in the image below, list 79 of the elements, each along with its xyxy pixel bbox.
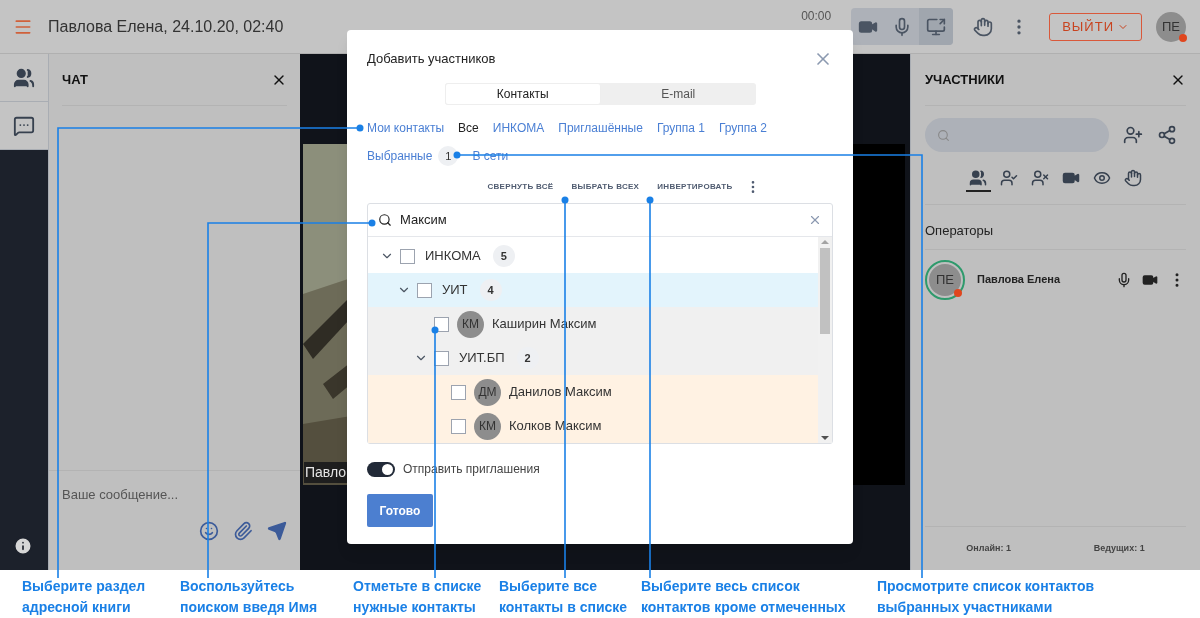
action-button[interactable]: ИНВЕРТИРОВАТЬ (657, 181, 733, 193)
contact-name: Данилов Максим (509, 383, 612, 402)
checkbox[interactable] (400, 248, 415, 264)
checkbox[interactable] (417, 282, 432, 298)
annotation-text: Просмотрите список контактов выбранных участниками (877, 577, 1096, 617)
group-name: ИНКОМА (425, 247, 481, 266)
done-button[interactable]: Готово (367, 494, 433, 527)
annotation-text: Выберите весь список контактов кроме отмеченных (641, 577, 847, 617)
attach-icon[interactable] (233, 520, 253, 541)
participant-name: Павлова Елена (977, 272, 1061, 288)
toggle-switch[interactable] (367, 461, 395, 477)
section-link[interactable]: Группа 1 (656, 119, 705, 137)
action-button[interactable]: СВЕРНУТЬ ВСЁ (487, 181, 554, 193)
toggle-knob (382, 463, 393, 475)
participant-avatar: ПЕ (929, 263, 961, 296)
footer-stat: Онлайн: 1 (966, 541, 1011, 555)
annotation-text: Воспользуйтесь поиском введя Имя (180, 577, 319, 617)
clear-icon[interactable] (808, 213, 822, 227)
search-icon (378, 213, 392, 227)
section-link[interactable]: Мои контакты (367, 119, 445, 137)
info-icon[interactable] (13, 536, 33, 556)
add-person-icon[interactable] (1123, 125, 1143, 145)
chat-icon (13, 114, 35, 137)
count-badge: 1 (438, 146, 459, 166)
section-link[interactable]: Приглашённые (558, 119, 643, 137)
message-field[interactable]: Ваше сообщение... (62, 485, 287, 505)
people-icon (969, 169, 987, 187)
share-icon[interactable] (1157, 125, 1177, 145)
group-row[interactable]: УИТ 4 (368, 273, 818, 307)
count-badge: 4 (479, 279, 502, 301)
footer-stat: Ведущих: 1 (1093, 541, 1145, 555)
window-title: Павлова Елена, 24.10.20, 02:40 (48, 16, 284, 37)
section-link[interactable]: Группа 2 (718, 119, 767, 137)
video-label: Павло (304, 462, 348, 483)
annotation-text: Отметьте в списке нужные контакты (353, 577, 483, 617)
contact-avatar: КМ (457, 310, 484, 338)
tab[interactable]: Контакты (444, 83, 601, 105)
checkbox[interactable] (451, 418, 466, 434)
microphone-icon[interactable] (1116, 271, 1132, 288)
call-timer: 00:00 (801, 8, 832, 23)
rail-button[interactable] (0, 102, 48, 150)
hand-icon (1124, 169, 1142, 187)
count-badge: 5 (492, 245, 515, 267)
contact-row[interactable]: ДМ Данилов Максим (368, 375, 818, 409)
panel-title: УЧАСТНИКИ (925, 70, 1005, 89)
screen-share-icon (926, 16, 947, 37)
search-field[interactable]: Максим (368, 204, 832, 237)
person-check-icon (1000, 169, 1018, 187)
group-name: УИТ (442, 281, 468, 300)
emoji-icon[interactable] (199, 520, 219, 541)
person-x-icon (1031, 169, 1049, 187)
annotation-text: Выберите раздел адресной книги (22, 577, 147, 617)
people-icon (13, 66, 35, 89)
search-icon (937, 128, 950, 142)
send-icon[interactable] (267, 520, 287, 541)
section-title: Операторы (925, 221, 1186, 250)
annotation-text: Выберите все контакты в списке (499, 577, 629, 617)
search-field[interactable] (925, 118, 1109, 152)
tab[interactable]: E-mail (601, 83, 756, 105)
section-link[interactable]: Выбранные (367, 147, 433, 165)
dialog-title: Добавить участников (367, 50, 496, 69)
hand-icon[interactable] (973, 16, 994, 37)
user-avatar[interactable]: ПЕ (1156, 11, 1186, 42)
scrollbar[interactable] (818, 237, 832, 443)
eye-icon (1093, 169, 1111, 187)
checkbox[interactable] (451, 384, 466, 400)
scroll-down-icon[interactable] (821, 433, 829, 443)
group-row[interactable]: УИТ.БП 2 (368, 341, 818, 375)
search-value: Максим (400, 211, 447, 230)
action-button[interactable]: ВЫБРАТЬ ВСЕХ (571, 181, 640, 193)
checkbox[interactable] (434, 316, 449, 332)
chat-title: ЧАТ (62, 70, 88, 89)
section-link[interactable]: Все (458, 119, 479, 137)
rail-button[interactable] (0, 54, 48, 102)
contact-avatar: КМ (474, 412, 501, 440)
group-name: УИТ.БП (459, 349, 505, 368)
section-link[interactable]: ИНКОМА (492, 119, 545, 137)
contact-avatar: ДМ (474, 378, 501, 406)
media-button[interactable] (919, 8, 954, 45)
